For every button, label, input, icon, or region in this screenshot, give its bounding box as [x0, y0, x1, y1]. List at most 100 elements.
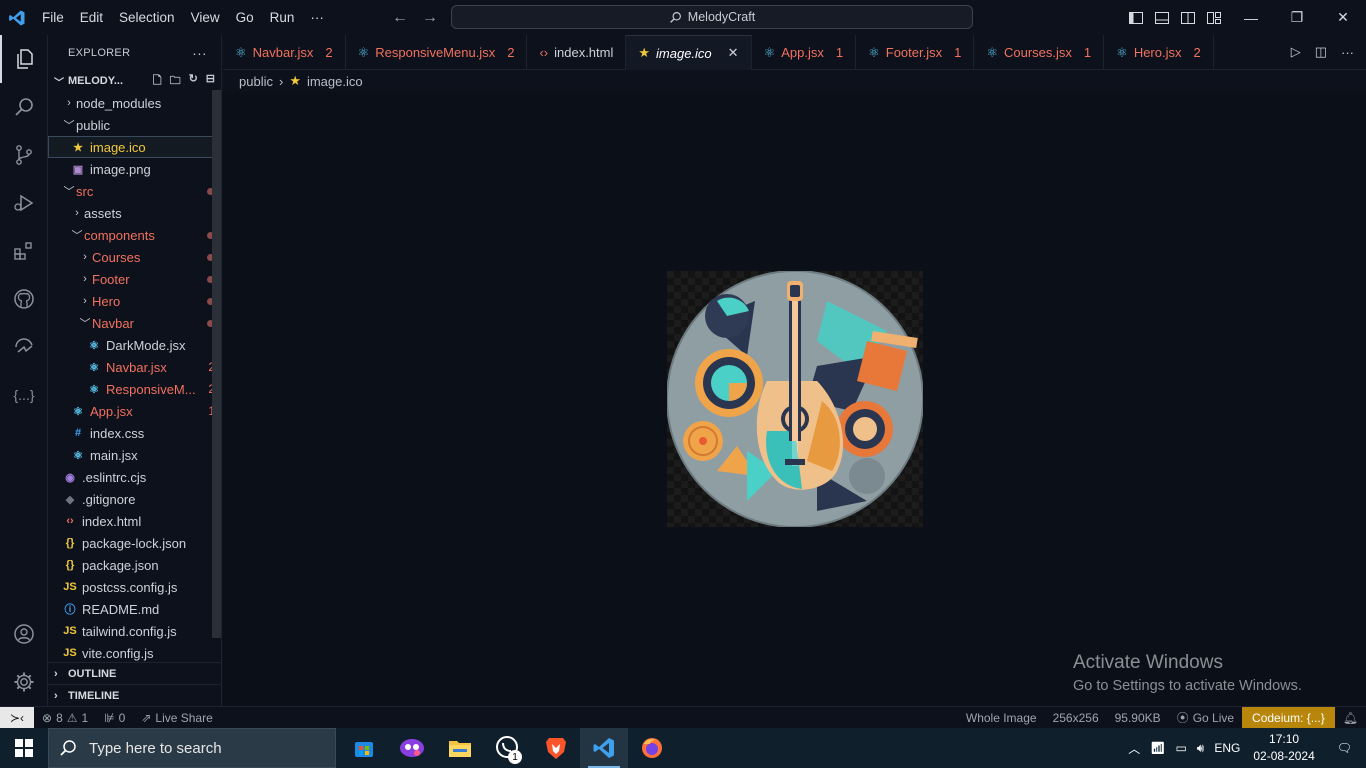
- tree-item[interactable]: › assets: [48, 202, 221, 224]
- tree-item[interactable]: JS vite.config.js: [48, 642, 221, 664]
- tree-item[interactable]: ⚛App.jsx1: [48, 400, 221, 422]
- toggle-sidebar-icon[interactable]: [1128, 10, 1144, 26]
- taskbar-search[interactable]: Type here to search: [48, 728, 336, 768]
- notification-center-icon[interactable]: 🗨︎: [1323, 741, 1366, 755]
- split-editor-icon[interactable]: ◫: [1315, 44, 1327, 60]
- tree-item[interactable]: ﹀ components: [48, 224, 221, 246]
- close-window-button[interactable]: ✕: [1320, 0, 1366, 35]
- tree-item[interactable]: ⚛Navbar.jsx2: [48, 356, 221, 378]
- tree-item[interactable]: ﹀ src: [48, 180, 221, 202]
- go-live-button[interactable]: ⦿ Go Live: [1169, 709, 1242, 726]
- toggle-secondary-sidebar-icon[interactable]: [1180, 10, 1196, 26]
- minimize-button[interactable]: —: [1228, 0, 1274, 35]
- game-app-icon[interactable]: [388, 728, 436, 768]
- tree-item[interactable]: ‹› index.html: [48, 510, 221, 532]
- new-file-icon[interactable]: 🗋: [153, 72, 162, 91]
- codeium-status[interactable]: Codeium: {...}: [1242, 706, 1335, 729]
- clock[interactable]: 17:10 02-08-2024: [1245, 731, 1322, 765]
- menu-item[interactable]: Edit: [72, 0, 111, 35]
- timeline-section[interactable]: › TIMELINE: [48, 684, 222, 706]
- toggle-panel-icon[interactable]: [1154, 10, 1170, 26]
- tree-item[interactable]: › Courses: [48, 246, 221, 268]
- tree-item[interactable]: ▣ image.png: [48, 158, 221, 180]
- menu-item[interactable]: Go: [228, 0, 262, 35]
- chevron-up-icon[interactable]: ︿: [1123, 740, 1145, 757]
- tab-footer-jsx[interactable]: ⚛ Footer.jsx 1: [856, 35, 975, 70]
- network-icon[interactable]: 📶︎: [1145, 741, 1170, 755]
- tree-item[interactable]: ⚛ResponsiveM...2: [48, 378, 221, 400]
- command-center[interactable]: MelodyCraft: [451, 5, 973, 29]
- source-control-icon[interactable]: [0, 131, 48, 179]
- windows-start-icon[interactable]: [0, 728, 48, 768]
- project-root[interactable]: ﹀ MELODY... 🗋 🗀 ↻ ⊟: [48, 70, 221, 92]
- tree-item[interactable]: › node_modules: [48, 92, 221, 114]
- run-icon[interactable]: ▷: [1291, 44, 1301, 60]
- tree-item[interactable]: # index.css: [48, 422, 221, 444]
- tree-item[interactable]: {} package-lock.json: [48, 532, 221, 554]
- tree-item[interactable]: ★ image.ico: [48, 136, 221, 158]
- close-icon[interactable]: ✕: [728, 45, 739, 61]
- settings-gear-icon[interactable]: [0, 658, 48, 706]
- tree-item[interactable]: {} package.json: [48, 554, 221, 576]
- accounts-icon[interactable]: [0, 610, 48, 658]
- notifications-bell-icon[interactable]: 🔔︎: [1335, 711, 1366, 725]
- json-tools-icon[interactable]: {...}: [0, 371, 48, 419]
- tree-item[interactable]: ⓘ README.md: [48, 598, 221, 620]
- tree-item[interactable]: ﹀ public: [48, 114, 221, 136]
- tree-item[interactable]: ⚛ DarkMode.jsx: [48, 334, 221, 356]
- menu-item[interactable]: File: [34, 0, 72, 35]
- menu-item[interactable]: View: [183, 0, 228, 35]
- refresh-icon[interactable]: ↻: [189, 72, 198, 91]
- tab-navbar-jsx[interactable]: ⚛ Navbar.jsx 2: [223, 35, 346, 70]
- whatsapp-icon[interactable]: 1: [484, 728, 532, 768]
- restore-button[interactable]: ❐: [1274, 0, 1320, 35]
- outline-section[interactable]: › OUTLINE: [48, 662, 222, 684]
- tree-item[interactable]: JS tailwind.config.js: [48, 620, 221, 642]
- github-icon[interactable]: [0, 275, 48, 323]
- tree-item[interactable]: ⚛ main.jsx: [48, 444, 221, 466]
- problems-indicator[interactable]: ⊗ 8 ⚠ 1: [34, 711, 96, 725]
- tab-hero-jsx[interactable]: ⚛ Hero.jsx 2: [1104, 35, 1214, 70]
- tree-item[interactable]: ◉ .eslintrc.cjs: [48, 466, 221, 488]
- menu-item[interactable]: ···: [302, 0, 332, 35]
- more-actions-icon[interactable]: ···: [1341, 45, 1354, 60]
- tree-item[interactable]: › Hero: [48, 290, 221, 312]
- menu-item[interactable]: Selection: [111, 0, 183, 35]
- sidebar-scrollbar[interactable]: [212, 90, 221, 638]
- search-icon[interactable]: [0, 83, 48, 131]
- tree-item[interactable]: ﹀ Navbar: [48, 312, 221, 334]
- explorer-icon[interactable]: [0, 35, 48, 83]
- language-indicator[interactable]: ENG: [1209, 741, 1245, 755]
- explorer-more-icon[interactable]: ···: [192, 45, 207, 61]
- menu-item[interactable]: Run: [262, 0, 303, 35]
- volume-icon[interactable]: 🔊︎: [1192, 741, 1210, 756]
- collapse-all-icon[interactable]: ⊟: [206, 72, 215, 91]
- remote-explorer-icon[interactable]: [0, 323, 48, 371]
- microsoft-store-icon[interactable]: [340, 728, 388, 768]
- tree-item[interactable]: ◆ .gitignore: [48, 488, 221, 510]
- tree-item[interactable]: › Footer: [48, 268, 221, 290]
- ports-indicator[interactable]: ⊯ 0: [96, 711, 133, 725]
- tab-app-jsx[interactable]: ⚛ App.jsx 1: [752, 35, 857, 70]
- back-arrow-icon[interactable]: ←: [392, 9, 408, 27]
- tab-index-html[interactable]: ‹› index.html: [527, 35, 627, 70]
- remote-indicator-icon[interactable]: ≻‹: [0, 706, 34, 729]
- forward-arrow-icon[interactable]: →: [422, 9, 438, 27]
- brave-browser-icon[interactable]: [532, 728, 580, 768]
- new-folder-icon[interactable]: 🗀: [170, 72, 181, 91]
- firefox-icon[interactable]: [628, 728, 676, 768]
- live-share-button[interactable]: ⇗ Live Share: [133, 711, 220, 725]
- file-explorer-icon[interactable]: [436, 728, 484, 768]
- zoom-label[interactable]: Whole Image: [958, 711, 1045, 725]
- vscode-taskbar-icon[interactable]: [580, 728, 628, 768]
- breadcrumb-file[interactable]: image.ico: [307, 74, 363, 89]
- battery-icon[interactable]: ▭: [1170, 741, 1191, 755]
- run-debug-icon[interactable]: [0, 179, 48, 227]
- tab-responsivemenu-jsx[interactable]: ⚛ ResponsiveMenu.jsx 2: [346, 35, 528, 70]
- breadcrumb-folder[interactable]: public: [239, 74, 273, 89]
- tab-image-ico[interactable]: ★ image.ico ✕: [626, 35, 752, 70]
- tab-courses-jsx[interactable]: ⚛ Courses.jsx 1: [974, 35, 1105, 70]
- customize-layout-icon[interactable]: [1206, 10, 1222, 26]
- tree-item[interactable]: JS postcss.config.js: [48, 576, 221, 598]
- extensions-icon[interactable]: [0, 227, 48, 275]
